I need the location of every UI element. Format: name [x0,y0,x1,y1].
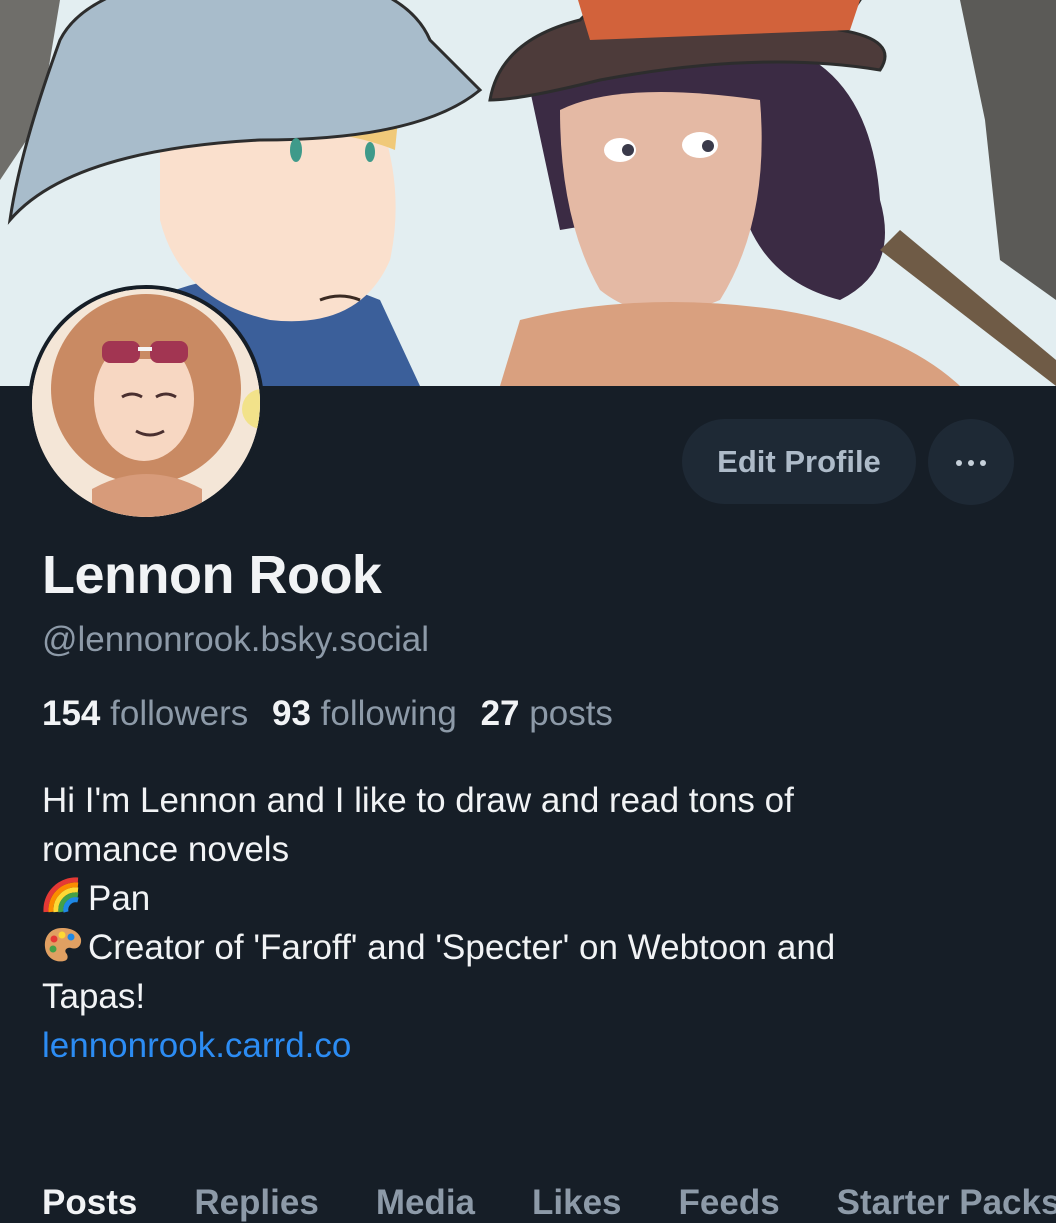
edit-profile-button[interactable]: Edit Profile [682,419,916,504]
tab-media[interactable]: Media [376,1183,475,1223]
profile-tabs: Posts Replies Media Likes Feeds Starter Packs [42,1183,1056,1223]
following-label: following [320,694,457,733]
posts-label: posts [529,694,613,733]
tab-likes[interactable]: Likes [532,1183,622,1223]
posts-count: 27 [480,694,520,733]
bio-line-2: romance novels [42,830,290,869]
bio-line-5: Tapas! [42,977,146,1016]
bio-pan-text: Pan [88,879,151,918]
followers-link[interactable]: 154 followers [42,694,248,733]
profile-stats: 154 followers 93 following 27 posts [42,694,627,734]
avatar-illustration [32,289,260,517]
bio-link[interactable]: lennonrook.carrd.co [42,1026,351,1065]
palette-emoji-icon [44,928,82,962]
avatar[interactable] [28,285,264,521]
tab-replies[interactable]: Replies [194,1183,319,1223]
tab-posts[interactable]: Posts [42,1183,137,1223]
followers-label: followers [110,694,249,733]
rainbow-emoji-icon [43,877,79,913]
more-options-button[interactable] [928,419,1014,505]
tab-starter-packs[interactable]: Starter Packs [837,1183,1056,1223]
following-link[interactable]: 93 following [272,694,457,733]
bio-line-1: Hi I'm Lennon and I like to draw and rea… [42,781,794,820]
posts-count-item: 27 posts [481,694,613,733]
bio-creator-text: Creator of 'Faroff' and 'Specter' on Web… [88,928,836,967]
profile-handle: @lennonrook.bsky.social [42,620,430,659]
edit-profile-label: Edit Profile [717,443,881,479]
following-count: 93 [271,694,311,733]
tab-feeds[interactable]: Feeds [679,1183,780,1223]
bio-line-3: Pan [42,874,1032,923]
bio-line-4: Creator of 'Faroff' and 'Specter' on Web… [42,923,1032,972]
more-icon [953,453,989,471]
followers-count: 154 [42,694,101,733]
display-name: Lennon Rook [42,545,382,605]
profile-bio: Hi I'm Lennon and I like to draw and rea… [42,776,1032,1070]
